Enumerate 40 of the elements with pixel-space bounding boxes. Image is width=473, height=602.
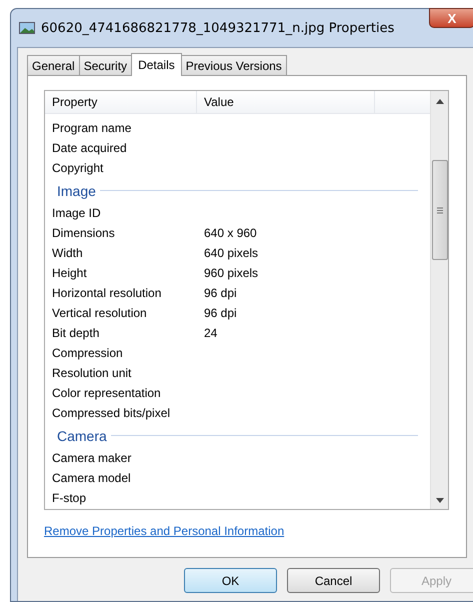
property-name: Copyright <box>51 161 104 175</box>
tab[interactable]: Details <box>131 53 182 76</box>
property-name: Image ID <box>51 206 102 220</box>
property-name: Program name <box>51 121 132 135</box>
window-title: 60620_4741686821778_1049321771_n.jpg Properties <box>41 20 394 36</box>
property-value: 96 dpi <box>203 286 237 300</box>
property-name: Color representation <box>51 386 162 400</box>
tab[interactable]: Security <box>78 55 132 75</box>
property-name: Vertical resolution <box>51 306 148 320</box>
property-value: 640 pixels <box>203 246 258 260</box>
image-icon <box>19 22 35 34</box>
property-value: 96 dpi <box>203 306 237 320</box>
property-value: 960 pixels <box>203 266 258 280</box>
scrollbar[interactable] <box>430 91 448 509</box>
remove-properties-link[interactable]: Remove Properties and Personal Information <box>44 524 284 538</box>
property-name: Camera maker <box>51 451 132 465</box>
section-heading: Camera <box>57 428 107 444</box>
property-name: Camera model <box>51 471 132 485</box>
scroll-thumb[interactable] <box>432 160 448 260</box>
property-name: Compression <box>51 346 124 360</box>
property-name: F-stop <box>51 491 88 505</box>
property-name: Date acquired <box>51 141 128 155</box>
dialog-button[interactable]: Cancel <box>287 568 380 593</box>
property-name: Horizontal resolution <box>51 286 162 300</box>
dialog-button[interactable]: OK <box>184 568 277 593</box>
property-name: Width <box>51 246 84 260</box>
property-name: Dimensions <box>51 226 116 240</box>
scroll-up-icon[interactable] <box>436 99 444 104</box>
tab[interactable]: General <box>27 55 80 75</box>
property-name: Height <box>51 266 88 280</box>
tab[interactable]: Previous Versions <box>180 55 287 75</box>
scroll-down-icon[interactable] <box>436 498 444 503</box>
property-name: Compressed bits/pixel <box>51 406 172 420</box>
property-name: Bit depth <box>51 326 100 340</box>
column-header[interactable]: Property <box>45 91 197 113</box>
property-name: Resolution unit <box>51 366 132 380</box>
property-value: 24 <box>203 326 218 340</box>
section-heading: Image <box>57 182 96 198</box>
property-value: 640 x 960 <box>203 226 257 240</box>
column-header[interactable]: Value <box>197 91 375 113</box>
